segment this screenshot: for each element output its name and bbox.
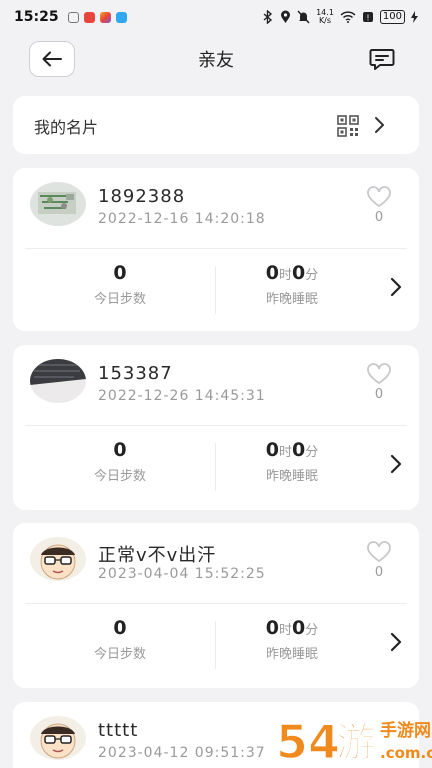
stat-divider — [215, 621, 216, 669]
sleep-label: 昨晚睡眠 — [265, 647, 318, 662]
charging-icon — [411, 11, 418, 23]
sleep-stat: 0时0分 昨晚睡眠 — [217, 262, 367, 307]
svg-text:手游网: 手游网 — [380, 720, 431, 741]
sleep-value: 0时0分 — [217, 617, 367, 639]
status-bar: 15:25 14.1 K/s ! 100 — [0, 0, 432, 34]
battery-indicator: 100 — [379, 10, 405, 24]
divider — [25, 248, 407, 249]
network-speed: 14.1 K/s — [316, 9, 334, 25]
divider — [25, 425, 407, 426]
my-card-label: 我的名片 — [34, 118, 99, 137]
avatar-cartoon-face — [30, 716, 86, 760]
divider — [25, 603, 407, 604]
friend-name: 1892388 — [98, 186, 186, 207]
sleep-value: 0时0分 — [217, 262, 367, 284]
steps-stat: 0 今日步数 — [25, 439, 215, 484]
friend-card[interactable]: 正常v不v出汗 2023-04-04 15:52:25 0 0 今日步数 0时0… — [13, 523, 419, 688]
qr-code-icon[interactable] — [337, 115, 359, 137]
sim-icon: ! — [362, 12, 373, 23]
svg-text:!: ! — [366, 14, 369, 23]
status-right: 14.1 K/s ! 100 — [262, 9, 418, 25]
friend-timestamp: 2022-12-16 14:20:18 — [98, 211, 266, 227]
sleep-stat: 0时0分 昨晚睡眠 — [217, 439, 367, 484]
site-watermark-logo: 54 游 手游网 .com.cn — [275, 714, 432, 768]
steps-label: 今日步数 — [93, 647, 146, 662]
friend-header: 正常v不v出汗 2023-04-04 15:52:25 0 — [13, 523, 419, 603]
avatar-photo-keyboard — [30, 359, 86, 403]
heart-like-icon[interactable] — [366, 541, 392, 563]
steps-stat: 0 今日步数 — [25, 262, 215, 307]
status-time: 15:25 — [14, 9, 59, 25]
gallery-notification-icon — [99, 11, 111, 23]
sleep-hours-unit: 时 — [278, 623, 292, 638]
friend-card[interactable]: 153387 2022-12-26 14:45:31 0 0 今日步数 0时0分… — [13, 345, 419, 510]
sleep-hours: 0 — [265, 439, 279, 461]
friend-name: 153387 — [98, 363, 173, 384]
network-speed-unit: K/s — [318, 16, 332, 25]
heart-like-icon[interactable] — [366, 186, 392, 208]
avatar — [30, 182, 86, 226]
chevron-right-icon[interactable] — [389, 631, 403, 653]
wifi-icon — [340, 11, 356, 23]
like-count: 0 — [374, 210, 384, 225]
friend-timestamp: 2023-04-12 09:51:37 — [98, 745, 266, 761]
svg-text:游: 游 — [336, 720, 376, 766]
stat-divider — [215, 266, 216, 314]
heart-like-icon[interactable] — [366, 363, 392, 385]
friend-name: 正常v不v出汗 — [98, 545, 217, 566]
sleep-minutes: 0 — [292, 617, 306, 639]
like-count: 0 — [374, 565, 384, 580]
sleep-minutes: 0 — [292, 439, 306, 461]
app-header: 亲友 — [0, 36, 432, 84]
sleep-hours-unit: 时 — [278, 445, 292, 460]
steps-value: 0 — [113, 439, 127, 461]
sleep-minutes-unit: 分 — [305, 268, 319, 283]
chevron-right-icon — [375, 117, 384, 133]
svg-text:54: 54 — [276, 715, 340, 768]
location-icon — [281, 10, 291, 23]
avatar-cartoon-face — [30, 537, 86, 581]
chat-message-icon — [369, 49, 395, 70]
message-notification-icon — [67, 11, 79, 23]
svg-text:.com.cn: .com.cn — [380, 744, 432, 762]
friend-name: ttttt — [98, 720, 139, 741]
avatar — [30, 359, 86, 403]
app-notification-icon — [83, 11, 95, 23]
steps-label: 今日步数 — [93, 292, 146, 307]
sleep-minutes-unit: 分 — [305, 445, 319, 460]
stat-divider — [215, 443, 216, 491]
steps-stat: 0 今日步数 — [25, 617, 215, 662]
messages-button[interactable] — [368, 45, 396, 73]
avatar-photo-circuit — [30, 182, 86, 226]
bluetooth-icon — [263, 10, 273, 24]
friend-timestamp: 2023-04-04 15:52:25 — [98, 566, 266, 582]
sleep-hours: 0 — [265, 617, 279, 639]
like-count: 0 — [374, 387, 384, 402]
friend-header: 153387 2022-12-26 14:45:31 0 — [13, 345, 419, 425]
browser-notification-icon — [115, 11, 127, 23]
steps-value: 0 — [113, 262, 127, 284]
sleep-value: 0时0分 — [217, 439, 367, 461]
avatar — [30, 716, 86, 760]
steps-value: 0 — [113, 617, 127, 639]
my-card-row[interactable]: 我的名片 — [13, 96, 419, 154]
sleep-label: 昨晚睡眠 — [265, 292, 318, 307]
steps-label: 今日步数 — [93, 469, 146, 484]
sleep-label: 昨晚睡眠 — [265, 469, 318, 484]
status-left: 15:25 — [14, 9, 127, 25]
sleep-minutes: 0 — [292, 262, 306, 284]
avatar — [30, 537, 86, 581]
mute-bell-icon — [297, 10, 310, 24]
chevron-right-icon[interactable] — [389, 453, 403, 475]
sleep-minutes-unit: 分 — [305, 623, 319, 638]
friend-header: 1892388 2022-12-16 14:20:18 0 — [13, 168, 419, 248]
chevron-right-icon[interactable] — [389, 276, 403, 298]
sleep-hours-unit: 时 — [278, 268, 292, 283]
friend-timestamp: 2022-12-26 14:45:31 — [98, 388, 266, 404]
sleep-hours: 0 — [265, 262, 279, 284]
friend-card[interactable]: 1892388 2022-12-16 14:20:18 0 0 今日步数 0时0… — [13, 168, 419, 331]
sleep-stat: 0时0分 昨晚睡眠 — [217, 617, 367, 662]
